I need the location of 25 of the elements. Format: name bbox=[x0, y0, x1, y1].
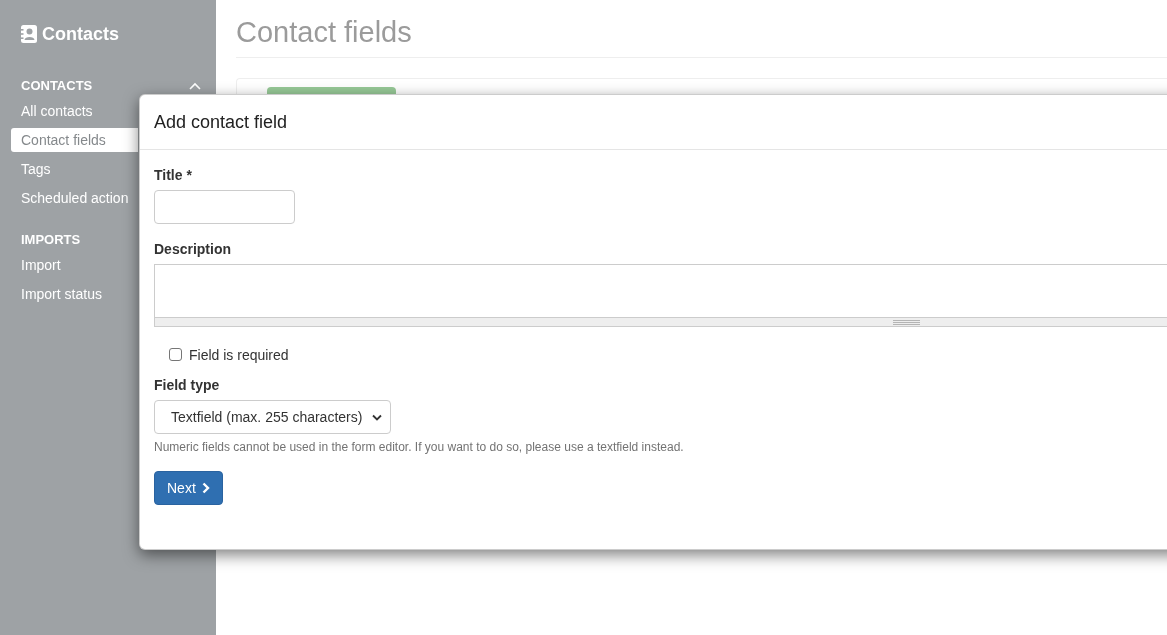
title-input[interactable] bbox=[154, 190, 295, 224]
checkbox[interactable] bbox=[169, 347, 182, 361]
field-type-select[interactable]: Textfield (max. 255 characters) bbox=[154, 400, 391, 434]
page-title: Contact fields bbox=[236, 15, 412, 49]
next-button[interactable]: Next bbox=[154, 471, 223, 505]
field-label: Description bbox=[154, 240, 231, 259]
contact-card-icon bbox=[21, 25, 37, 43]
sidebar-item[interactable]: Import bbox=[11, 253, 138, 277]
field-label: Field type bbox=[154, 376, 220, 395]
sidebar-item[interactable]: All contacts bbox=[11, 99, 138, 123]
dialog-title: Add contact field bbox=[154, 111, 288, 134]
chevron-down-icon bbox=[372, 413, 382, 421]
section-heading: CONTACTS bbox=[21, 78, 93, 94]
sidebar-item[interactable]: Tags bbox=[11, 157, 138, 181]
checkbox-label: Field is required bbox=[189, 346, 289, 365]
app-title: Contacts bbox=[42, 24, 119, 44]
field-label: Title * bbox=[154, 166, 192, 185]
section-heading: IMPORTS bbox=[21, 232, 81, 248]
help-text: Numeric fields cannot be used in the form editor. If you want to do so, please use a textfield instead. bbox=[154, 440, 684, 455]
sidebar-item[interactable]: Import status bbox=[11, 282, 138, 306]
grip-icon bbox=[892, 319, 920, 325]
sidebar-item[interactable]: Scheduled action bbox=[11, 186, 138, 210]
sidebar-item[interactable]: Contact fields bbox=[11, 128, 138, 152]
chevron-right-icon bbox=[201, 482, 210, 494]
caret-up-icon[interactable] bbox=[189, 82, 201, 90]
